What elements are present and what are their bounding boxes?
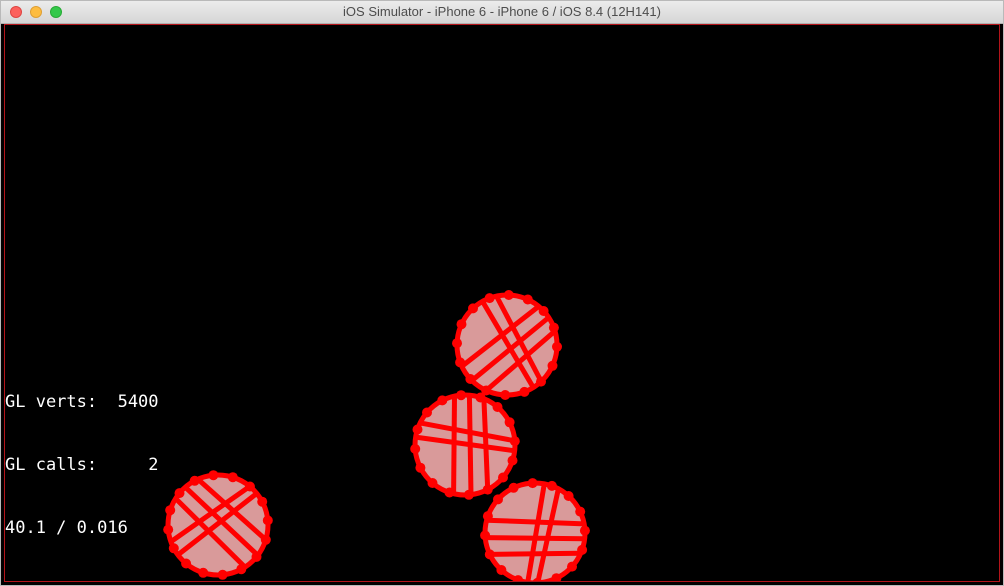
window-title: iOS Simulator - iPhone 6 - iPhone 6 / iO…: [343, 4, 661, 19]
gear-1: [163, 470, 273, 580]
title-bar[interactable]: iOS Simulator - iPhone 6 - iPhone 6 / iO…: [1, 1, 1003, 24]
gl-stats-overlay: GL verts: 5400 GL calls: 2 40.1 / 0.016: [5, 350, 159, 581]
gl-verts-stat: GL verts: 5400: [5, 392, 159, 412]
fps-stat: 40.1 / 0.016: [5, 518, 128, 538]
simulator-screen[interactable]: GL verts: 5400 GL calls: 2 40.1 / 0.016: [4, 24, 1000, 582]
simulator-window: iOS Simulator - iPhone 6 - iPhone 6 / iO…: [0, 0, 1004, 586]
gear-4: [480, 478, 590, 581]
gear-3: [452, 290, 562, 400]
gl-calls-stat: GL calls: 2: [5, 455, 159, 475]
gear-2: [410, 390, 520, 500]
